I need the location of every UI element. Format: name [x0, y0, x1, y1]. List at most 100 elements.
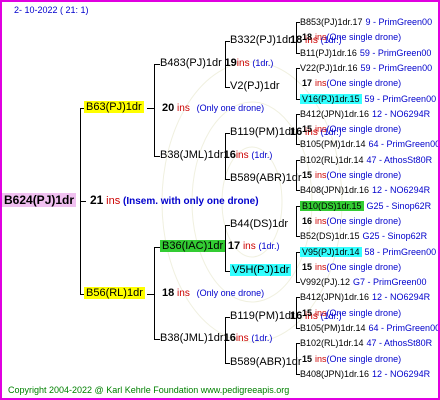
dam-dam-queen[interactable]: B38(JML)1dr16ins (1dr.): [160, 332, 272, 345]
sire-sire-note: (1dr.): [252, 58, 274, 68]
gen4-drone-origin: G25 - Sinop62R: [362, 231, 428, 241]
gen4-queen-row[interactable]: B102(RL)1dr.14 47 - AthosSt80R: [300, 154, 432, 166]
connector: [296, 99, 300, 100]
connector: [296, 68, 300, 69]
gen3-queen-5[interactable]: B44(DS)1dr: [230, 218, 288, 231]
gen4-queen-row[interactable]: V16(PJ)1dr.15 59 - PrimGreen00: [300, 93, 436, 105]
gen4-insem-count: 15: [302, 354, 313, 364]
gen4-insem-count: 18: [302, 32, 313, 42]
gen4-insem-ins: ins: [315, 32, 327, 42]
gen4-insem-note: (One single drone): [326, 308, 402, 318]
gen4-queen-id: B52(DS)1dr.15: [300, 231, 360, 241]
gen3-queen-6[interactable]: V5H(PJ)1dr: [230, 264, 292, 277]
sire-sire-queen[interactable]: B483(PJ)1dr 19ins (1dr.): [160, 57, 273, 70]
connector: [225, 133, 230, 134]
gen4-queen-row[interactable]: V95(PJ)1dr.14 58 - PrimGreen00: [300, 246, 436, 258]
sire-dam-queen[interactable]: B38(JML)1dr16ins (1dr.): [160, 149, 272, 162]
connector: [296, 328, 300, 329]
connector: [296, 114, 300, 115]
gen3-queen-1[interactable]: B332(PJ)1dr: [230, 34, 292, 47]
gen3-queen-4[interactable]: B589(ABR)1dr: [230, 172, 302, 185]
connector: [225, 317, 230, 318]
connector: [296, 343, 300, 344]
gen4-queen-id: V95(PJ)1dr.14: [300, 247, 362, 257]
sire-queen[interactable]: B63(PJ)1dr: [84, 101, 144, 114]
connector: [225, 87, 230, 88]
gen4-queen-row[interactable]: V992(PJ).12 G7 - PrimGreen00: [300, 276, 427, 288]
connector: [225, 363, 230, 364]
gen4-queen-row[interactable]: B52(DS)1dr.15 G25 - Sinop62R: [300, 230, 427, 242]
gen4-queen-id: V992(PJ).12: [300, 277, 351, 287]
dam-sire-name: B36(IAC)1dr: [160, 240, 226, 252]
gen4-queen-row[interactable]: B102(RL)1dr.14 47 - AthosSt80R: [300, 337, 432, 349]
connector: [154, 64, 155, 156]
gen4-queen-row[interactable]: B105(PM)1dr.14 64 - PrimGreen00: [300, 138, 438, 150]
gen4-queen-row[interactable]: B105(PM)1dr.14 64 - PrimGreen00: [300, 322, 438, 334]
gen4-drone-origin: 12 - NO6294R: [372, 185, 431, 195]
gen4-insem-row: 15 ins(One single drone): [302, 123, 401, 135]
gen3-name-8: B589(ABR)1dr: [230, 356, 302, 368]
gen4-insem-ins: ins: [315, 262, 327, 272]
connector: [225, 225, 230, 226]
gen4-insem-ins: ins: [315, 124, 327, 134]
gen4-queen-id: B102(RL)1dr.14: [300, 338, 364, 348]
gen4-queen-row[interactable]: V22(PJ)1dr.16 59 - PrimGreen00: [300, 62, 432, 74]
root-note: (Insem. with only one drone): [122, 196, 259, 207]
gen4-queen-row[interactable]: B853(PJ)1dr.17 9 - PrimGreen00: [300, 16, 432, 28]
gen3-queen-7[interactable]: B119(PM)1dr: [230, 310, 295, 323]
gen4-drone-origin: 47 - AthosSt80R: [366, 155, 433, 165]
connector: [296, 114, 297, 144]
connector: [296, 252, 300, 253]
connector: [147, 294, 154, 295]
gen4-queen-id: B408(JPN)1dr.16: [300, 369, 370, 379]
dam-dam-ins: ins: [235, 333, 249, 344]
copyright-footer: Copyright 2004-2022 @ Karl Kehrle Founda…: [8, 385, 290, 395]
gen4-queen-row[interactable]: B412(JPN)1dr.16 12 - NO6294R: [300, 291, 430, 303]
gen3-queen-2[interactable]: V2(PJ)1dr: [230, 80, 280, 93]
print-date: 2- 10-2022 ( 21: 1): [14, 5, 89, 15]
pedigree-chart: 2- 10-2022 ( 21: 1) B624(PJ)1dr 21 ins (…: [0, 0, 440, 400]
gen4-queen-id: B105(PM)1dr.14: [300, 323, 366, 333]
gen4-insem-row: 17 ins(One single drone): [302, 77, 401, 89]
gen3-queen-8[interactable]: B589(ABR)1dr: [230, 356, 302, 369]
connector: [296, 282, 300, 283]
sire-note: (Only one drone): [196, 103, 265, 113]
dam-insem: 18 ins (Only one drone): [162, 287, 264, 300]
gen4-insem-count: 15: [302, 262, 313, 272]
gen3-name-2: V2(PJ)1dr: [230, 80, 280, 92]
dam-sire-ins: ins: [242, 241, 256, 252]
gen4-insem-row: 18 ins(One single drone): [302, 31, 401, 43]
root-queen[interactable]: B624(PJ)1dr: [2, 193, 77, 208]
gen4-insem-row: 15 ins(One single drone): [302, 353, 401, 365]
gen4-drone-origin: G7 - PrimGreen00: [353, 277, 427, 287]
sire-count: 20: [162, 102, 175, 114]
connector: [296, 252, 297, 282]
dam-queen[interactable]: B56(RL)1dr: [84, 287, 145, 300]
connector: [296, 22, 297, 53]
gen4-insem-note: (One single drone): [326, 32, 402, 42]
dam-sire-queen[interactable]: B36(IAC)1dr 17 ins (1dr.): [160, 240, 280, 253]
gen4-drone-origin: 58 - PrimGreen00: [364, 247, 437, 257]
gen4-insem-count: 15: [302, 308, 313, 318]
gen4-insem-ins: ins: [315, 354, 327, 364]
gen4-insem-count: 15: [302, 124, 313, 134]
gen4-drone-origin: 12 - NO6294R: [372, 109, 431, 119]
sire-ins: ins: [177, 103, 190, 114]
connector: [154, 339, 160, 340]
gen4-queen-row[interactable]: B412(JPN)1dr.16 12 - NO6294R: [300, 108, 430, 120]
gen4-queen-row[interactable]: B11(PJ)1dr.16 59 - PrimGreen00: [300, 47, 431, 59]
connector: [296, 206, 300, 207]
connector: [296, 144, 300, 145]
gen3-queen-3[interactable]: B119(PM)1dr: [230, 126, 295, 139]
dam-note: (Only one drone): [196, 288, 265, 298]
gen4-queen-id: B105(PM)1dr.14: [300, 139, 366, 149]
sire-name: B63(PJ)1dr: [84, 101, 144, 113]
connector: [296, 374, 300, 375]
gen4-queen-id: V22(PJ)1dr.16: [300, 63, 358, 73]
connector: [225, 41, 230, 42]
connector: [225, 317, 226, 363]
connector: [80, 108, 84, 109]
gen4-queen-row[interactable]: B10(DS)1dr.15 G25 - Sinop62R: [300, 200, 431, 212]
gen4-queen-row[interactable]: B408(JPN)1dr.16 12 - NO6294R: [300, 184, 430, 196]
gen4-queen-row[interactable]: B408(JPN)1dr.16 12 - NO6294R: [300, 368, 430, 380]
